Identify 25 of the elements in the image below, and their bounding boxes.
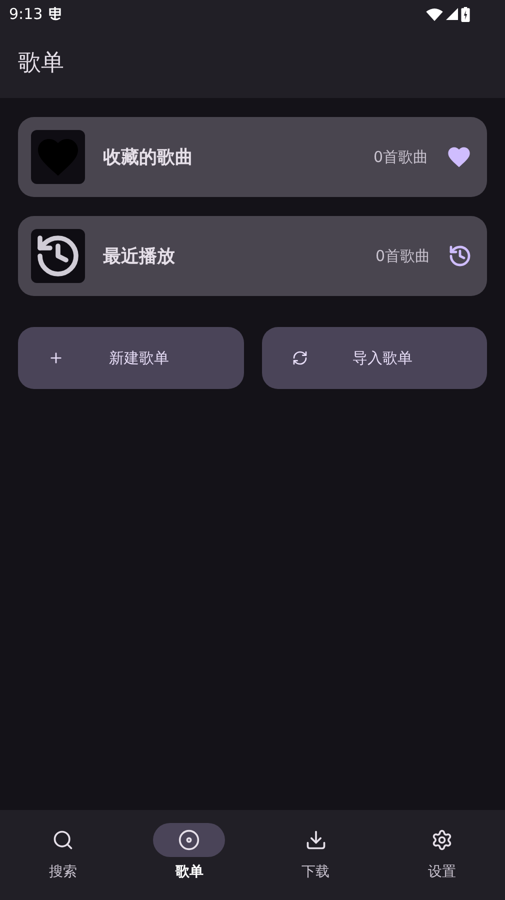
status-time: 9:13 xyxy=(9,4,43,25)
battery-icon xyxy=(461,6,470,22)
playlist-name: 最近播放 xyxy=(103,244,175,268)
settings-icon xyxy=(430,829,453,851)
new-playlist-button[interactable]: 新建歌单 xyxy=(18,327,244,389)
nav-tab[interactable]: 歌单 xyxy=(126,823,252,900)
download-icon xyxy=(304,829,327,851)
signal-icon xyxy=(446,8,458,20)
wifi-icon xyxy=(426,8,443,20)
nav-tab[interactable]: 设置 xyxy=(378,823,505,900)
notification-icon xyxy=(46,6,63,22)
import-playlist-button[interactable]: 导入歌单 xyxy=(262,327,487,389)
refresh-icon xyxy=(292,350,308,366)
history-icon xyxy=(448,244,472,268)
playlist-name: 收藏的歌曲 xyxy=(103,146,193,170)
nav-tab[interactable]: 下载 xyxy=(252,823,379,900)
plus-icon xyxy=(48,350,64,366)
song-count: 0首歌曲 xyxy=(375,246,430,267)
page-title: 歌单 xyxy=(18,48,64,78)
disc-icon xyxy=(178,829,200,851)
playlist-card[interactable]: 收藏的歌曲 0首歌曲 xyxy=(18,117,487,197)
song-count: 0首歌曲 xyxy=(373,146,428,168)
search-icon xyxy=(52,829,74,851)
playlist-card[interactable]: 最近播放 0首歌曲 xyxy=(18,216,487,296)
nav-tab[interactable]: 搜索 xyxy=(0,823,126,900)
